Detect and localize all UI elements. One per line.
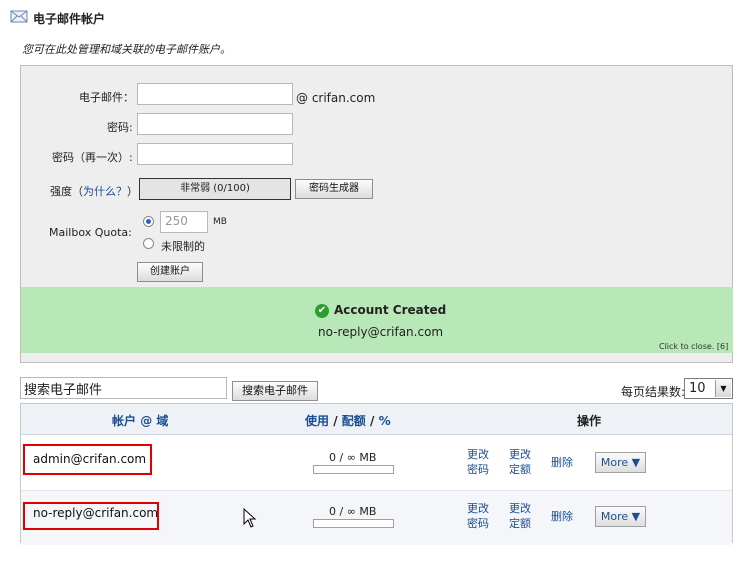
change-quota-text-2: 定额: [509, 463, 531, 476]
header-domain-link[interactable]: 域: [156, 414, 168, 428]
change-quota-link[interactable]: 更改 定额: [509, 447, 531, 477]
table-header: 帐户 @ 域 使用 / 配额 / % 操作: [21, 404, 732, 435]
password-again-label: 密码（再一次）:: [52, 151, 133, 164]
column-usage: 使用 / 配额 / %: [305, 412, 391, 429]
usage-bar: [313, 519, 394, 528]
notice-email: no-reply@crifan.com: [318, 325, 444, 339]
password-field[interactable]: [137, 113, 293, 135]
change-password-text-1: 更改: [467, 502, 489, 515]
search-email-button[interactable]: 搜索电子邮件: [232, 381, 318, 401]
strength-label-prefix: 强度（: [50, 185, 83, 198]
header-percent-link[interactable]: %: [379, 414, 391, 428]
change-password-text-2: 密码: [467, 463, 489, 476]
notice-title: Account Created: [334, 303, 447, 317]
password-generator-button[interactable]: 密码生成器: [295, 179, 373, 199]
column-actions: 操作: [577, 414, 602, 428]
create-account-button[interactable]: 创建账户: [137, 262, 203, 282]
per-page-select[interactable]: 10 ▼: [684, 378, 733, 399]
more-button[interactable]: More ▼: [595, 506, 646, 527]
mouse-pointer-icon: [243, 507, 257, 531]
quota-unlimited-label: 未限制的: [161, 240, 205, 253]
page-title: 电子邮件帐户: [33, 12, 106, 26]
header-at: @: [140, 414, 153, 428]
change-password-link[interactable]: 更改 密码: [467, 501, 489, 531]
change-quota-text-1: 更改: [509, 502, 531, 515]
per-page-label: 每页结果数:: [621, 385, 686, 399]
change-quota-text-1: 更改: [509, 448, 531, 461]
strength-label: 强度（为什么？）:: [50, 183, 142, 199]
header-usage-link[interactable]: 使用: [305, 414, 329, 428]
page-description: 您可在此处管理和域关联的电子邮件账户。: [22, 43, 231, 56]
column-account[interactable]: 帐户 @ 域: [112, 412, 168, 429]
account-created-notice[interactable]: ✔ Account Created no-reply@crifan.com Cl…: [21, 287, 733, 353]
header-account-link[interactable]: 帐户: [112, 414, 136, 428]
delete-link[interactable]: 删除: [551, 509, 573, 524]
usage-text: 0 / ∞ MB: [329, 451, 377, 464]
highlight-box-no-reply: [23, 502, 159, 530]
quota-field[interactable]: 250: [160, 211, 208, 233]
password-again-field[interactable]: [137, 143, 293, 165]
quota-limited-radio[interactable]: [143, 216, 154, 227]
check-circle-icon: ✔: [315, 304, 329, 318]
header-slash-2: /: [369, 414, 375, 428]
change-quota-link[interactable]: 更改 定额: [509, 501, 531, 531]
change-quota-text-2: 定额: [509, 517, 531, 530]
domain-suffix: @ crifan.com: [296, 91, 376, 105]
password-label: 密码:: [107, 121, 133, 134]
quota-unlimited-radio[interactable]: [143, 238, 154, 249]
envelope-icon: [10, 8, 28, 24]
usage-text: 0 / ∞ MB: [329, 505, 377, 518]
email-field[interactable]: [137, 83, 293, 105]
change-password-text-1: 更改: [467, 448, 489, 461]
header-slash-1: /: [333, 414, 338, 428]
search-email-input[interactable]: 搜索电子邮件: [20, 377, 227, 399]
change-password-link[interactable]: 更改 密码: [467, 447, 489, 477]
quota-unit: MB: [213, 217, 227, 227]
header-quota-link[interactable]: 配额: [342, 414, 366, 428]
email-label: 电子邮件：: [79, 91, 134, 104]
password-strength-meter: 非常弱 (0/100): [139, 178, 291, 200]
chevron-down-icon[interactable]: ▼: [715, 380, 731, 397]
strength-why-link[interactable]: 为什么？: [83, 185, 127, 198]
quota-label: Mailbox Quota:: [49, 226, 132, 239]
highlight-box-admin: [23, 444, 152, 475]
usage-bar: [313, 465, 394, 474]
notice-close-link[interactable]: Click to close. [6]: [659, 342, 728, 351]
delete-link[interactable]: 删除: [551, 455, 573, 470]
per-page-value: 10: [689, 381, 706, 396]
more-button[interactable]: More ▼: [595, 452, 646, 473]
change-password-text-2: 密码: [467, 517, 489, 530]
